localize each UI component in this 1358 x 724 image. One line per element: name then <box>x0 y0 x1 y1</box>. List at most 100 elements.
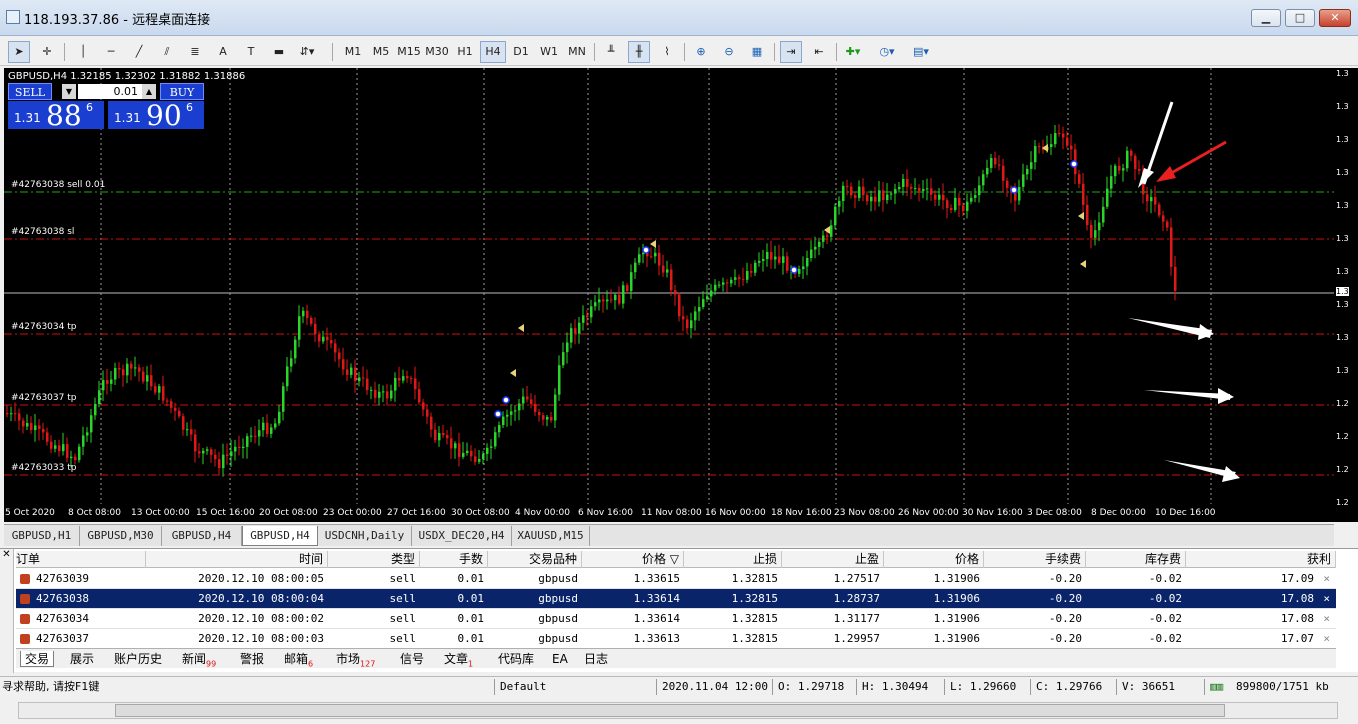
candle-body <box>1006 180 1009 188</box>
chart-tab[interactable]: GBPUSD,H4 <box>242 526 318 546</box>
terminal-tab[interactable]: 市场127 <box>336 651 375 668</box>
price-scale[interactable]: 1.3 1.3 1.3 1.3 1.3 1.3 1.3 1.3 1.3 1.3 1.2 1.2 1.2 1… <box>1334 68 1358 522</box>
column-header[interactable]: 交易品种 <box>488 551 582 568</box>
close-order-icon[interactable]: × <box>1322 569 1334 589</box>
shape-tool-icon[interactable]: ▬ <box>268 41 290 63</box>
maximize-button[interactable]: □ <box>1285 9 1315 27</box>
chart-tab[interactable]: GBPUSD,H4 <box>162 526 242 546</box>
terminal-tab[interactable]: 新闻99 <box>182 651 216 668</box>
timeframe-mn[interactable]: MN <box>564 41 590 63</box>
order-line-label: #42763034 tp <box>11 322 77 332</box>
candle-body <box>610 299 613 301</box>
candlestick-chart-icon[interactable]: ╫ <box>628 41 650 63</box>
timeframe-m30[interactable]: M30 <box>424 41 450 63</box>
buy-button[interactable]: BUY <box>160 83 204 100</box>
column-header[interactable]: 价格 ▽ <box>582 551 684 568</box>
tile-windows-icon[interactable]: ▦ <box>746 41 768 63</box>
chart-tab[interactable]: GBPUSD,H1 <box>4 526 80 546</box>
timeframe-h4[interactable]: H4 <box>480 41 506 63</box>
column-header[interactable]: 时间 <box>146 551 328 568</box>
terminal-tab[interactable]: 信号 <box>400 651 424 667</box>
scrollbar-thumb[interactable] <box>115 704 1225 717</box>
sell-button[interactable]: SELL <box>8 83 52 100</box>
close-button[interactable]: ✕ <box>1319 9 1351 27</box>
terminal-close-icon[interactable]: ✕ <box>0 549 14 673</box>
table-row[interactable]: 42763038 2020.12.10 08:00:04 sell 0.01 gbpus… <box>16 589 1336 609</box>
minimize-button[interactable]: ▁ <box>1251 9 1281 27</box>
terminal-tab[interactable]: 警报 <box>240 651 264 667</box>
terminal-tab[interactable]: 日志 <box>584 651 608 667</box>
candle-body <box>82 435 85 447</box>
candle-body <box>470 450 473 457</box>
fibonacci-tool-icon[interactable]: ≣ <box>184 41 206 63</box>
column-header[interactable]: 手数 <box>420 551 488 568</box>
candle-body <box>14 413 17 415</box>
candle-body <box>1166 221 1169 228</box>
horizontal-line-tool-icon[interactable]: ─ <box>100 41 122 63</box>
timeframe-w1[interactable]: W1 <box>536 41 562 63</box>
channel-tool-icon[interactable]: ⫽ <box>156 41 178 63</box>
auto-scroll-icon[interactable]: ⇥ <box>780 41 802 63</box>
lot-size-input[interactable]: 0.01 <box>78 84 142 99</box>
table-row[interactable]: 42763037 2020.12.10 08:00:03 sell 0.01 gbpus… <box>16 629 1336 649</box>
column-header[interactable]: 止损 <box>684 551 782 568</box>
candle-body <box>426 409 429 417</box>
trendline-tool-icon[interactable]: ╱ <box>128 41 150 63</box>
table-row[interactable]: 42763039 2020.12.10 08:00:05 sell 0.01 gbpus… <box>16 569 1336 589</box>
templates-icon[interactable]: ▤▾ <box>910 41 932 63</box>
crosshair-tool-icon[interactable]: ✛ <box>36 41 58 63</box>
close-order-icon[interactable]: × <box>1322 589 1334 609</box>
cursor-tool-icon[interactable]: ➤ <box>8 41 30 63</box>
bar-chart-icon[interactable]: ╨ <box>600 41 622 63</box>
terminal-tab[interactable]: 邮箱6 <box>284 651 313 668</box>
column-header[interactable]: 订单 <box>16 551 146 568</box>
candle-body <box>146 375 149 382</box>
table-row[interactable]: 42763034 2020.12.10 08:00:02 sell 0.01 gbpus… <box>16 609 1336 629</box>
column-header[interactable]: 类型 <box>328 551 420 568</box>
timeframe-m5[interactable]: M5 <box>368 41 394 63</box>
close-order-icon[interactable]: × <box>1322 629 1334 649</box>
column-header[interactable]: 止盈 <box>782 551 884 568</box>
indicators-icon[interactable]: ✚▾ <box>842 41 864 63</box>
terminal-tab[interactable]: 账户历史 <box>114 651 162 667</box>
terminal-tab[interactable]: 展示 <box>70 651 94 667</box>
candle-body <box>170 401 173 408</box>
text-label-tool-icon[interactable]: T <box>240 41 262 63</box>
column-header[interactable]: 价格 <box>884 551 984 568</box>
lot-increase-icon[interactable]: ▲ <box>142 84 156 99</box>
text-tool-icon[interactable]: A <box>212 41 234 63</box>
chart-tab[interactable]: USDCNH,Daily <box>318 526 412 546</box>
column-header[interactable]: 手续费 <box>984 551 1086 568</box>
column-header[interactable]: 获利 <box>1186 551 1336 568</box>
terminal-tab[interactable]: 文章1 <box>444 651 473 668</box>
zoom-out-icon[interactable]: ⊖ <box>718 41 740 63</box>
chart-tab[interactable]: XAUUSD,M15 <box>512 526 590 546</box>
chart-shift-icon[interactable]: ⇤ <box>808 41 830 63</box>
chart-tab[interactable]: GBPUSD,M30 <box>80 526 162 546</box>
candle-body <box>754 262 757 273</box>
symbol-info: GBPUSD,H4 1.32185 1.32302 1.31882 1.3188… <box>8 71 246 82</box>
candle-body <box>606 299 609 302</box>
line-chart-icon[interactable]: ⌇ <box>656 41 678 63</box>
terminal-tab[interactable]: 交易 <box>20 651 55 667</box>
candle-body <box>814 246 817 250</box>
lot-decrease-icon[interactable]: ▼ <box>62 84 76 99</box>
buy-price-box[interactable]: 1.31 90 6 <box>108 99 204 132</box>
sell-price-box[interactable]: 1.31 88 6 <box>8 99 104 132</box>
time-axis-label: 13 Oct 00:00 <box>131 508 190 518</box>
close-order-icon[interactable]: × <box>1322 609 1334 629</box>
arrows-tool-icon[interactable]: ⇵▾ <box>296 41 318 63</box>
horizontal-scrollbar[interactable] <box>18 702 1338 719</box>
terminal-tab[interactable]: EA <box>552 651 568 667</box>
zoom-in-icon[interactable]: ⊕ <box>690 41 712 63</box>
chart-tab[interactable]: USDX_DEC20,H4 <box>412 526 512 546</box>
timeframe-d1[interactable]: D1 <box>508 41 534 63</box>
column-header[interactable]: 库存费 <box>1086 551 1186 568</box>
price-chart[interactable]: GBPUSD,H4 1.32185 1.32302 1.31882 1.3188… <box>4 68 1334 522</box>
timeframe-h1[interactable]: H1 <box>452 41 478 63</box>
periods-clock-icon[interactable]: ◷▾ <box>876 41 898 63</box>
timeframe-m15[interactable]: M15 <box>396 41 422 63</box>
vertical-line-tool-icon[interactable]: │ <box>72 41 94 63</box>
terminal-tab[interactable]: 代码库 <box>498 651 534 667</box>
timeframe-m1[interactable]: M1 <box>340 41 366 63</box>
